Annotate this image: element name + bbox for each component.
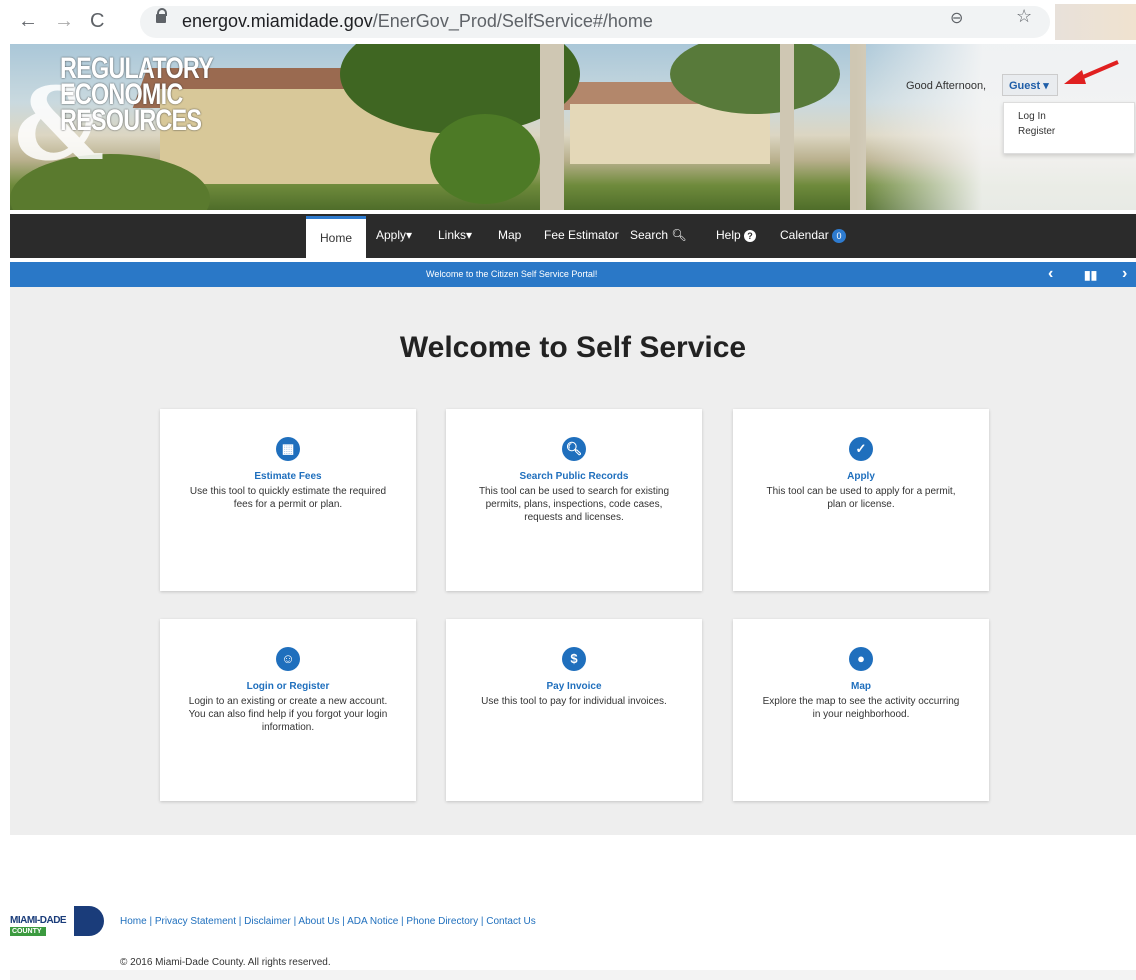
logo-county: COUNTY [10,927,46,936]
profile-area [1055,4,1136,40]
calendar-count-badge: 0 [832,228,847,243]
nav-help-label: Help [716,228,741,242]
bookmark-star-icon[interactable]: ☆ [1016,6,1032,27]
user-menu-button[interactable]: Guest ▾ [1002,74,1058,96]
miami-dade-logo: MIAMI-DADE COUNTY [10,906,106,938]
address-bar[interactable]: energov.miamidade.gov/EnerGov_Prod/SelfS… [140,6,1050,38]
nav-apply-label: Apply [376,228,407,242]
card-title[interactable]: Login or Register [160,681,416,692]
brand-logo: & REGULATORY ECONOMIC RESOURCES [14,54,214,175]
card-title[interactable]: Apply [733,471,989,482]
greeting-text: Good Afternoon, [906,80,987,92]
search-icon: 🔍︎ [671,228,687,242]
lock-icon [156,8,167,23]
copyright: © 2016 Miami-Dade County. All rights res… [120,957,331,968]
nav-calendar-label: Calendar [780,228,829,242]
main-navbar: Home Apply▾ Links▾ Map Fee Estimator Sea… [10,214,1136,258]
nav-calendar[interactable]: Calendar 0 [780,228,847,243]
calculator-icon: ▦ [276,437,300,461]
users-icon: ☺ [276,647,300,671]
card-description: Login to an existing or create a new acc… [188,696,388,733]
caret-down-icon: ▾ [466,228,473,242]
menu-item-register[interactable]: Register [1004,124,1134,139]
banner-photo-palm [540,44,564,210]
card-login-register[interactable]: ☺ Login or Register Login to an existing… [160,619,416,801]
card-title[interactable]: Estimate Fees [160,471,416,482]
nav-map[interactable]: Map [498,228,521,242]
ticker-next-icon[interactable]: › [1122,265,1127,283]
question-circle-icon: ? [744,229,757,242]
card-estimate-fees[interactable]: ▦ Estimate Fees Use this tool to quickly… [160,409,416,591]
card-description: This tool can be used to search for exis… [478,486,670,523]
nav-search-label: Search [630,228,669,242]
search-icon: 🔍︎ [562,437,586,461]
back-icon[interactable]: ← [18,10,38,33]
card-apply[interactable]: ✓ Apply This tool can be used to apply f… [733,409,989,591]
nav-search[interactable]: Search 🔍︎ [630,228,687,242]
card-title[interactable]: Search Public Records [446,471,702,482]
card-title[interactable]: Map [733,681,989,692]
map-marker-icon: ● [849,647,873,671]
nav-fee-estimator[interactable]: Fee Estimator [544,228,619,242]
banner-photo-palm [780,44,794,210]
user-label: Guest [1009,80,1041,92]
nav-links-label: Links [438,228,467,242]
card-description: This tool can be used to apply for a per… [766,486,956,510]
nav-links[interactable]: Links▾ [438,228,472,242]
caret-down-icon: ▾ [1043,80,1049,92]
zoom-icon[interactable]: ⊖ [950,8,963,28]
card-description: Use this tool to pay for individual invo… [481,696,667,707]
announcement-ticker: Welcome to the Citizen Self Service Port… [10,262,1136,287]
ticker-prev-icon[interactable]: ‹ [1048,265,1053,283]
page-title: Welcome to Self Service [399,331,747,364]
footer-links[interactable]: Home | Privacy Statement | Disclaimer | … [120,916,536,927]
dollar-icon: $ [562,647,586,671]
nav-help[interactable]: Help ? [716,228,757,242]
menu-item-login[interactable]: Log In [1004,103,1134,124]
banner-photo-tree [430,114,540,204]
card-description: Explore the map to see the activity occu… [762,696,960,720]
ticker-text: Welcome to the Citizen Self Service Port… [426,269,598,279]
logo-text: MIAMI-DADE [10,915,67,926]
header-banner: & REGULATORY ECONOMIC RESOURCES [10,44,1136,210]
nav-apply[interactable]: Apply▾ [376,228,412,242]
user-dropdown-menu: Log In Register [1003,102,1135,154]
url-path: /EnerGov_Prod/SelfService#/home [372,11,653,31]
url-host: energov.miamidade.gov [182,11,373,31]
reload-icon[interactable]: C [90,10,104,33]
card-map[interactable]: ● Map Explore the map to see the activit… [733,619,989,801]
bottom-bar [10,970,1136,980]
forward-icon[interactable]: → [54,10,74,33]
ticker-pause-icon[interactable]: ▮▮ [1084,268,1097,282]
logo-d-shape [74,906,104,936]
card-title[interactable]: Pay Invoice [446,681,702,692]
clipboard-check-icon: ✓ [849,437,873,461]
nav-home[interactable]: Home [306,216,367,258]
main-content: Welcome to Self Service ▦ Estimate Fees … [10,287,1136,835]
red-arrow-annotation [1064,60,1119,84]
card-search-public-records[interactable]: 🔍︎ Search Public Records This tool can b… [446,409,702,591]
brand-line-3: RESOURCES [60,104,202,137]
card-description: Use this tool to quickly estimate the re… [189,486,387,510]
caret-down-icon: ▾ [406,228,413,242]
card-pay-invoice[interactable]: $ Pay Invoice Use this tool to pay for i… [446,619,702,801]
browser-toolbar: ← → C energov.miamidade.gov/EnerGov_Prod… [0,0,1136,44]
